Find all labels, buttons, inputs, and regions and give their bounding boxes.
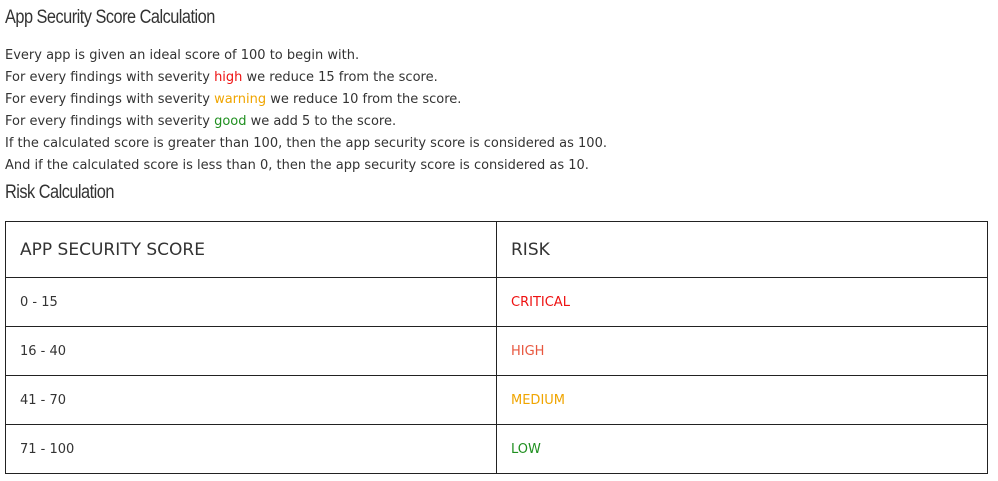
rule-suffix: we add 5 to the score. xyxy=(246,114,397,129)
score-range-cell: 41 - 70 xyxy=(5,375,497,425)
table-row: 0 - 15 CRITICAL xyxy=(5,277,988,327)
rule-line-good: For every findings with severity good we… xyxy=(5,111,607,133)
rule-prefix: For every findings with severity xyxy=(5,114,215,129)
score-range-cell: 0 - 15 xyxy=(5,277,497,327)
section-title-score-calculation: App Security Score Calculation xyxy=(5,7,215,28)
rule-line-high: For every findings with severity high we… xyxy=(5,67,607,89)
table-header-row: APP SECURITY SCORE RISK xyxy=(5,221,988,278)
rule-suffix: we reduce 15 from the score. xyxy=(242,70,438,85)
intro-line: Every app is given an ideal score of 100… xyxy=(5,48,360,63)
note-max-line: If the calculated score is greater than … xyxy=(5,136,607,151)
risk-medium-cell: MEDIUM xyxy=(496,375,988,425)
rule-line-warning: For every findings with severity warning… xyxy=(5,89,607,111)
section-title-risk-calculation: Risk Calculation xyxy=(5,182,114,203)
score-range-cell: 71 - 100 xyxy=(5,424,497,474)
severity-warning-label: warning xyxy=(214,92,267,107)
table-row: 16 - 40 HIGH xyxy=(5,326,988,376)
severity-good-label: good xyxy=(214,114,247,129)
table-row: 41 - 70 MEDIUM xyxy=(5,375,988,425)
rule-suffix: we reduce 10 from the score. xyxy=(266,92,462,107)
risk-high-cell: HIGH xyxy=(496,326,988,376)
risk-low-cell: LOW xyxy=(496,424,988,474)
note-min-line: And if the calculated score is less than… xyxy=(5,158,589,173)
risk-critical-cell: CRITICAL xyxy=(496,277,988,327)
rule-prefix: For every findings with severity xyxy=(5,70,215,85)
severity-high-label: high xyxy=(214,70,243,85)
score-range-cell: 16 - 40 xyxy=(5,326,497,376)
header-risk: RISK xyxy=(496,221,988,278)
rule-prefix: For every findings with severity xyxy=(5,92,215,107)
score-description: Every app is given an ideal score of 100… xyxy=(5,45,607,177)
table-row: 71 - 100 LOW xyxy=(5,424,988,474)
risk-table: APP SECURITY SCORE RISK 0 - 15 CRITICAL … xyxy=(5,221,988,474)
header-app-security-score: APP SECURITY SCORE xyxy=(5,221,497,278)
